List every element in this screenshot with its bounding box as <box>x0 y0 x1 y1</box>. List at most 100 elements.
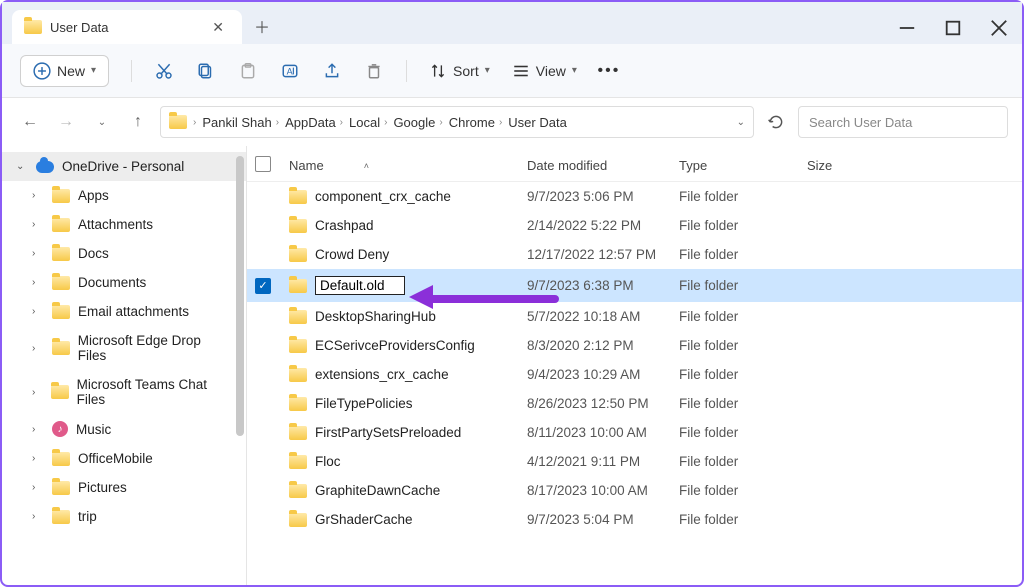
svg-text:A: A <box>287 66 293 76</box>
file-name: Crashpad <box>315 218 374 233</box>
folder-icon <box>52 452 70 466</box>
table-row[interactable]: FileTypePolicies8/26/2023 12:50 PMFile f… <box>247 389 1022 418</box>
file-type: File folder <box>679 483 807 498</box>
sort-button[interactable]: Sort ▾ <box>429 62 490 80</box>
sidebar-root-onedrive[interactable]: ⌄ OneDrive - Personal <box>2 152 246 181</box>
cut-icon[interactable] <box>154 61 174 81</box>
table-row[interactable]: Crashpad2/14/2022 5:22 PMFile folder <box>247 211 1022 240</box>
maximize-button[interactable] <box>930 12 976 44</box>
breadcrumb-item[interactable]: AppData› <box>285 115 343 130</box>
table-row[interactable]: ✓9/7/2023 6:38 PMFile folder <box>247 269 1022 302</box>
copy-icon[interactable] <box>196 61 216 81</box>
scrollbar[interactable] <box>236 156 244 436</box>
table-row[interactable]: FirstPartySetsPreloaded8/11/2023 10:00 A… <box>247 418 1022 447</box>
sort-icon <box>429 62 447 80</box>
column-size[interactable]: Size <box>807 158 887 173</box>
sort-indicator-icon: ˄ <box>364 161 369 171</box>
search-placeholder: Search User Data <box>809 115 912 130</box>
separator <box>406 60 407 82</box>
column-date[interactable]: Date modified <box>527 158 679 173</box>
breadcrumb-item[interactable]: User Data <box>508 115 567 130</box>
date-modified: 2/14/2022 5:22 PM <box>527 218 679 233</box>
folder-icon <box>289 310 307 324</box>
sidebar-item[interactable]: ›Microsoft Teams Chat Files <box>2 370 246 414</box>
file-name: GraphiteDawnCache <box>315 483 440 498</box>
sidebar-item-label: Documents <box>78 275 146 290</box>
breadcrumb-item[interactable]: Local› <box>349 115 387 130</box>
recent-button[interactable]: ⌄ <box>88 108 116 136</box>
table-row[interactable]: component_crx_cache9/7/2023 5:06 PMFile … <box>247 182 1022 211</box>
table-row[interactable]: ECSerivceProvidersConfig8/3/2020 2:12 PM… <box>247 331 1022 360</box>
sidebar-item-label: Apps <box>78 188 109 203</box>
up-button[interactable]: ↑ <box>124 108 152 136</box>
table-row[interactable]: GraphiteDawnCache8/17/2023 10:00 AMFile … <box>247 476 1022 505</box>
sidebar-item[interactable]: ›Docs <box>2 239 246 268</box>
breadcrumb[interactable]: › Pankil Shah› AppData› Local› Google› C… <box>160 106 754 138</box>
main: ⌄ OneDrive - Personal ›Apps›Attachments›… <box>2 146 1022 585</box>
file-name: GrShaderCache <box>315 512 413 527</box>
column-name[interactable]: Name˄ <box>289 158 527 173</box>
chevron-down-icon[interactable]: ⌄ <box>737 117 745 128</box>
folder-icon <box>289 484 307 498</box>
table-row[interactable]: DesktopSharingHub5/7/2022 10:18 AMFile f… <box>247 302 1022 331</box>
delete-icon[interactable] <box>364 61 384 81</box>
more-icon[interactable]: ••• <box>599 61 619 81</box>
date-modified: 12/17/2022 12:57 PM <box>527 247 679 262</box>
sidebar-item[interactable]: ›Attachments <box>2 210 246 239</box>
new-button[interactable]: New ▾ <box>20 55 109 87</box>
date-modified: 4/12/2021 9:11 PM <box>527 454 679 469</box>
file-type: File folder <box>679 425 807 440</box>
rename-input[interactable] <box>315 276 405 295</box>
breadcrumb-item[interactable]: Google› <box>393 115 442 130</box>
sidebar-item-label: Microsoft Edge Drop Files <box>78 333 232 363</box>
sidebar-item-label: OfficeMobile <box>78 451 153 466</box>
sidebar-item-label: Email attachments <box>78 304 189 319</box>
refresh-button[interactable] <box>762 108 790 136</box>
table-row[interactable]: Crowd Deny12/17/2022 12:57 PMFile folder <box>247 240 1022 269</box>
date-modified: 9/7/2023 5:06 PM <box>527 189 679 204</box>
folder-icon <box>52 189 70 203</box>
folder-icon <box>289 190 307 204</box>
tab-user-data[interactable]: User Data ✕ <box>12 10 242 44</box>
sidebar-item[interactable]: ›trip <box>2 502 246 531</box>
window-controls <box>884 12 1022 44</box>
column-type[interactable]: Type <box>679 158 807 173</box>
tab-title: User Data <box>50 20 109 35</box>
back-button[interactable]: ← <box>16 108 44 136</box>
sidebar-item[interactable]: ›♪Music <box>2 414 246 444</box>
sidebar-item[interactable]: ›Documents <box>2 268 246 297</box>
rename-icon[interactable]: A <box>280 61 300 81</box>
forward-button[interactable]: → <box>52 108 80 136</box>
file-type: File folder <box>679 512 807 527</box>
sidebar-item[interactable]: ›Email attachments <box>2 297 246 326</box>
close-window-button[interactable] <box>976 12 1022 44</box>
date-modified: 9/7/2023 5:04 PM <box>527 512 679 527</box>
table-row[interactable]: Floc4/12/2021 9:11 PMFile folder <box>247 447 1022 476</box>
sidebar-item[interactable]: ›Pictures <box>2 473 246 502</box>
chevron-down-icon: ▾ <box>91 65 96 76</box>
breadcrumb-item[interactable]: Chrome› <box>449 115 503 130</box>
folder-icon <box>289 339 307 353</box>
chevron-right-icon: › <box>32 343 44 354</box>
new-tab-button[interactable]: ＋ <box>242 8 282 44</box>
table-row[interactable]: GrShaderCache 9/7/2023 5:04 PMFile folder <box>247 505 1022 534</box>
search-input[interactable]: Search User Data <box>798 106 1008 138</box>
close-tab-icon[interactable]: ✕ <box>206 17 230 38</box>
paste-icon[interactable] <box>238 61 258 81</box>
chevron-right-icon: › <box>193 117 196 128</box>
table-row[interactable]: extensions_crx_cache9/4/2023 10:29 AMFil… <box>247 360 1022 389</box>
sidebar-item[interactable]: ›Apps <box>2 181 246 210</box>
sidebar-item-label: Music <box>76 422 111 437</box>
minimize-button[interactable] <box>884 12 930 44</box>
breadcrumb-item[interactable]: Pankil Shah› <box>202 115 279 130</box>
chevron-right-icon: › <box>32 453 44 464</box>
folder-icon <box>169 115 187 129</box>
sidebar: ⌄ OneDrive - Personal ›Apps›Attachments›… <box>2 146 247 585</box>
view-button[interactable]: View ▾ <box>512 62 577 80</box>
folder-icon <box>52 341 70 355</box>
sidebar-item[interactable]: › OfficeMobile <box>2 444 246 473</box>
select-all-checkbox[interactable] <box>255 156 271 172</box>
share-icon[interactable] <box>322 61 342 81</box>
sidebar-item[interactable]: › Microsoft Edge Drop Files <box>2 326 246 370</box>
row-checkbox[interactable]: ✓ <box>255 278 271 294</box>
